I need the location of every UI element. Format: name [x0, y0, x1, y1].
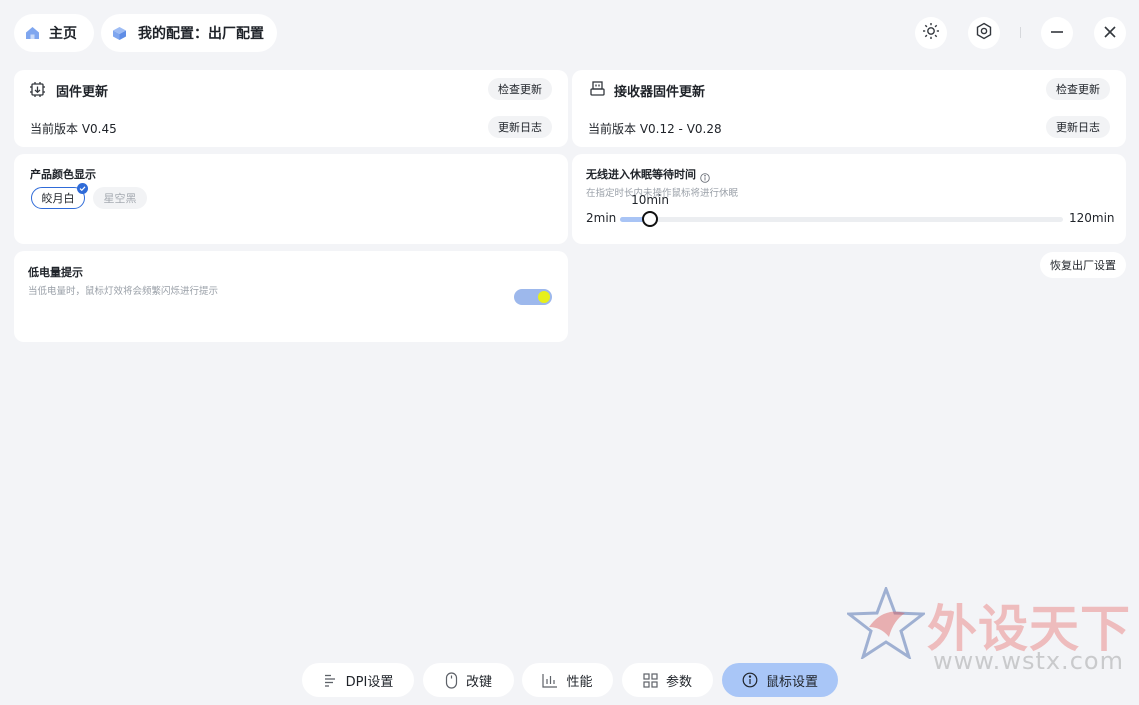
receiver-card: 接收器固件更新 检查更新 当前版本 V0.12 - V0.28 更新日志: [572, 70, 1126, 147]
nav-tab-mouse-settings[interactable]: 鼠标设置: [722, 663, 838, 697]
nav-tab-mouse-settings-label: 鼠标设置: [765, 674, 818, 690]
minimize-icon: [1050, 24, 1064, 43]
sleep-min-label: 2min: [586, 211, 617, 225]
sleep-value-label: 10min: [631, 193, 669, 207]
nav-tab-params[interactable]: 参数: [622, 663, 713, 697]
close-button[interactable]: [1094, 17, 1126, 49]
battery-title: 低电量提示: [28, 266, 83, 279]
color-option-white-label: 皎月白: [41, 192, 75, 205]
color-option-black-label: 星空黑: [103, 192, 137, 205]
info-circle-icon: [742, 672, 758, 688]
watermark: 外设天下 www.wstx.com: [844, 584, 1130, 680]
nav-tab-performance[interactable]: 性能: [522, 663, 613, 697]
hexagon-settings-icon: [975, 22, 993, 44]
brightness-icon: [922, 22, 940, 44]
color-title: 产品颜色显示: [30, 168, 96, 181]
home-tab[interactable]: 主页: [14, 14, 94, 52]
config-tab[interactable]: 我的配置：出厂配置: [101, 14, 277, 52]
home-icon: [25, 26, 40, 40]
firmware-icon: [29, 81, 46, 102]
config-label: 我的配置：出厂配置: [138, 26, 264, 42]
header-divider: [1020, 27, 1021, 38]
sleep-title: 无线进入休眠等待时间: [586, 168, 696, 181]
nav-tab-params-label: 参数: [665, 674, 692, 690]
nav-tab-remap[interactable]: 改键: [423, 663, 514, 697]
usb-receiver-icon: [590, 81, 605, 101]
sleep-slider-track[interactable]: [620, 217, 1063, 222]
firmware-card: 固件更新 检查更新 当前版本 V0.45 更新日志: [14, 70, 568, 147]
battery-toggle[interactable]: [514, 289, 552, 305]
color-card: 产品颜色显示 皎月白 星空黑: [14, 154, 568, 244]
receiver-check-button[interactable]: 检查更新: [1046, 78, 1110, 100]
watermark-url: www.wstx.com: [933, 647, 1124, 675]
nav-tab-dpi-label: DPI设置: [345, 674, 394, 690]
firmware-title: 固件更新: [56, 85, 109, 100]
battery-card: 低电量提示 当低电量时，鼠标灯效将会频繁闪烁进行提示: [14, 251, 568, 342]
cube-icon: [112, 26, 127, 41]
firmware-check-button[interactable]: 检查更新: [488, 78, 552, 100]
check-icon: [77, 183, 88, 194]
color-option-white[interactable]: 皎月白: [31, 183, 88, 209]
dpi-icon: [323, 673, 338, 688]
receiver-changelog-button[interactable]: 更新日志: [1046, 116, 1110, 138]
settings-button[interactable]: [968, 17, 1000, 49]
nav-tab-performance-label: 性能: [566, 674, 593, 690]
factory-reset-button[interactable]: 恢复出厂设置: [1040, 252, 1126, 278]
grid-icon: [643, 672, 658, 688]
receiver-version: 当前版本 V0.12 - V0.28: [588, 122, 722, 136]
brightness-button[interactable]: [915, 17, 947, 49]
sleep-slider-thumb[interactable]: [642, 211, 659, 227]
color-option-black[interactable]: 星空黑: [93, 187, 147, 209]
mouse-icon: [445, 671, 458, 689]
battery-toggle-knob: [538, 291, 550, 303]
nav-tab-remap-label: 改键: [465, 674, 492, 690]
minimize-button[interactable]: [1041, 17, 1073, 49]
nav-tab-dpi[interactable]: DPI设置: [302, 663, 414, 697]
battery-subtitle: 当低电量时，鼠标灯效将会频繁闪烁进行提示: [28, 286, 219, 297]
receiver-title: 接收器固件更新: [614, 85, 706, 100]
firmware-version: 当前版本 V0.45: [30, 122, 117, 136]
firmware-changelog-button[interactable]: 更新日志: [488, 116, 552, 138]
performance-icon: [542, 673, 558, 688]
home-label: 主页: [49, 26, 77, 42]
sleep-max-label: 120min: [1069, 211, 1115, 225]
watermark-logo-icon: [844, 584, 928, 663]
close-icon: [1103, 24, 1117, 43]
